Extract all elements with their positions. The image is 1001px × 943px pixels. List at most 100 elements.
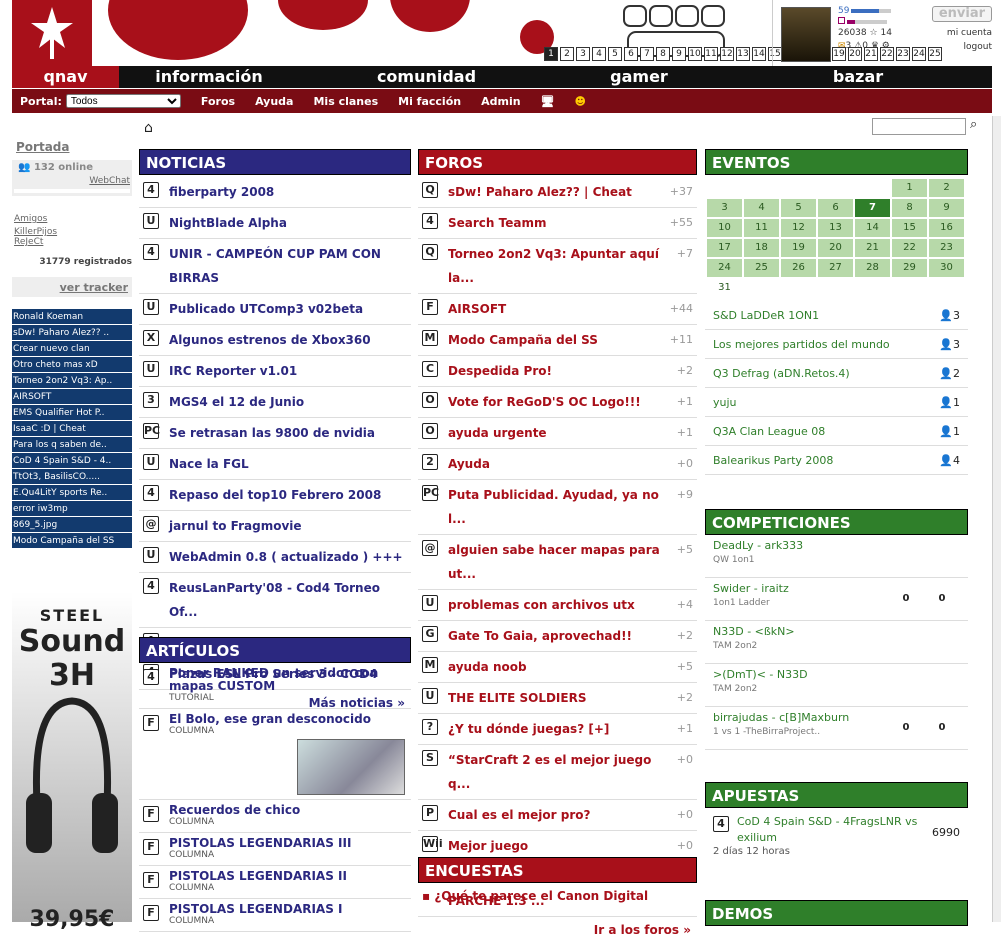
calendar-day[interactable]: 21 [855,239,890,257]
article-title[interactable]: PISTOLAS LEGENDARIAS I [169,902,343,916]
nav-bazar[interactable]: bazar [724,66,992,88]
forum-thread[interactable]: P Cual es el mejor pro? +0 [418,800,697,831]
news-item[interactable]: @ jarnul to Fragmovie [139,511,411,542]
tracker-item[interactable]: Otro cheto mas xD [12,357,132,373]
calendar-day[interactable]: 20 [818,239,853,257]
poll-question[interactable]: ▪ ¿Qué te parece el Canon Digital [418,883,697,909]
calendar-day[interactable]: 16 [929,219,964,237]
forum-thread[interactable]: C Despedida Pro! +2 [418,356,697,387]
competition-item[interactable]: N33D - <ßkN> TAM 2on2 [705,621,968,664]
friend-item[interactable]: ReJeCt [14,237,132,247]
event-item[interactable]: Q3A Clan League 08 👤1 [705,417,968,446]
tracker-item[interactable]: sDw! Paharo Alez?? .. [12,325,132,341]
event-item[interactable]: S&D LaDDeR 1ON1 👤3 [705,301,968,330]
page-button[interactable]: 12 [720,47,734,61]
forum-thread[interactable]: F AIRSOFT +44 [418,294,697,325]
forum-thread[interactable]: G Gate To Gaia, aprovechad!! +2 [418,621,697,652]
page-button[interactable]: 3 [576,47,590,61]
event-title[interactable]: Balearikus Party 2008 [713,446,833,474]
event-title[interactable]: Q3 Defrag (aDN.Retos.4) [713,359,850,387]
news-item[interactable]: X Algunos estrenos de Xbox360 [139,325,411,356]
news-item[interactable]: PC Se retrasan las 9800 de nvidia [139,418,411,449]
calendar-day[interactable]: 13 [818,219,853,237]
home-icon[interactable]: ⌂ [144,120,153,136]
bet-item[interactable]: 4 CoD 4 Spain S&D - 4FragsLNR vs exilium … [705,808,968,863]
page-button[interactable]: 6 [624,47,638,61]
calendar-day[interactable]: 23 [929,239,964,257]
page-button[interactable]: 2 [560,47,574,61]
article-title[interactable]: PISTOLAS LEGENDARIAS II [169,869,347,883]
site-logo[interactable] [12,0,92,66]
calendar-day[interactable]: 6 [818,199,853,217]
more-forums-link[interactable]: Ir a los foros » [418,917,697,943]
competition-item[interactable]: DeadLy - ark333 QW 1on1 [705,535,968,578]
subnav-ayuda[interactable]: Ayuda [255,95,293,108]
thread-title[interactable]: Despedida Pro! [448,359,663,383]
bet-match[interactable]: CoD 4 Spain S&D - 4FragsLNR vs exilium [737,814,920,846]
calendar-day[interactable]: 9 [929,199,964,217]
calendar-day[interactable]: 24 [707,259,742,277]
thread-title[interactable]: THE ELITE SOLDIERS [448,686,663,710]
forum-thread[interactable]: @ alguien sabe hacer mapas para ut... +5 [418,535,697,590]
calendar-day[interactable]: 11 [744,219,779,237]
news-item[interactable]: 4 Repaso del top10 Febrero 2008 [139,480,411,511]
tracker-item[interactable]: E.Qu4LitY sports Re.. [12,485,132,501]
nav-informacion[interactable]: información [119,66,299,88]
event-title[interactable]: S&D LaDDeR 1ON1 [713,301,819,329]
subnav-admin[interactable]: Admin [481,95,520,108]
calendar-day[interactable]: 15 [892,219,927,237]
calendar-day[interactable]: 27 [818,259,853,277]
ver-tracker-link[interactable]: ver tracker [60,281,128,294]
nav-gamer[interactable]: gamer [554,66,724,88]
calendar-day[interactable]: 18 [744,239,779,257]
webchat-link[interactable]: WebChat [89,176,130,186]
thread-title[interactable]: Gate To Gaia, aprovechad!! [448,624,663,648]
scrollbar[interactable] [992,116,1001,922]
news-item[interactable]: U WebAdmin 0.8 ( actualizado ) +++ [139,542,411,573]
thread-title[interactable]: Mejor juego [448,834,663,858]
thread-title[interactable]: Cual es el mejor pro? [448,803,663,827]
tracker-item[interactable]: 869_5.jpg [12,517,132,533]
news-title[interactable]: MGS4 el 12 de Junio [169,390,407,414]
calendar-day[interactable]: 10 [707,219,742,237]
subnav-foros[interactable]: Foros [201,95,235,108]
calendar-day[interactable]: 12 [781,219,816,237]
article-title[interactable]: PISTOLAS LEGENDARIAS III [169,836,351,850]
calendar-day[interactable]: 28 [855,259,890,277]
news-title[interactable]: NightBlade Alpha [169,211,407,235]
tracker-item[interactable]: CoD 4 Spain S&D - 4.. [12,453,132,469]
calendar-day[interactable]: 14 [855,219,890,237]
article-title[interactable]: Poner RANKED un servidor con mapas CUSTO… [169,666,378,693]
portal-select[interactable]: Todos [65,94,181,108]
forum-thread[interactable]: QsDw! Paharo Alez?? | Cheat +37 [418,177,697,208]
page-button[interactable]: 5 [608,47,622,61]
forum-thread[interactable]: Q Torneo 2on2 Vq3: Apuntar aquí la... +7 [418,239,697,294]
news-item[interactable]: 3 MGS4 el 12 de Junio [139,387,411,418]
calendar-day[interactable]: 19 [781,239,816,257]
friend-item[interactable]: KillerPijos [14,227,132,237]
tracker-item[interactable]: error iw3mp [12,501,132,517]
news-item[interactable]: U Publicado UTComp3 v02beta [139,294,411,325]
thread-title[interactable]: ayuda noob [448,655,663,679]
friends-link[interactable]: Amigos [14,214,132,224]
competition-item[interactable]: >(DmT)< - N33D TAM 2on2 [705,664,968,707]
gear-icon[interactable]: ⚙ [882,41,890,51]
subnav-mi-faccion[interactable]: Mi facción [398,95,461,108]
news-title[interactable]: fiberparty 2008 [169,180,407,204]
news-title[interactable]: jarnul to Fragmovie [169,514,407,538]
thread-title[interactable]: AIRSOFT [448,297,663,321]
calendar-day[interactable]: 17 [707,239,742,257]
competition-match[interactable]: Swider - iraitz [713,582,789,595]
article-thumbnail[interactable] [297,739,405,795]
news-title[interactable]: Nace la FGL [169,452,407,476]
competition-match[interactable]: birrajudas - c[B]Maxburn [713,711,849,724]
calendar-day[interactable]: 4 [744,199,779,217]
logout-link[interactable]: logout [912,40,992,54]
forum-thread[interactable]: U THE ELITE SOLDIERS +2 [418,683,697,714]
thread-title[interactable]: ¿Y tu dónde juegas? [+] [448,717,663,741]
event-item[interactable]: Balearikus Party 2008 👤4 [705,446,968,475]
forum-thread[interactable]: 4 Search Teamm +55 [418,208,697,239]
page-button[interactable]: 8 [656,47,670,61]
event-item[interactable]: Los mejores partidos del mundo 👤3 [705,330,968,359]
news-title[interactable]: Algunos estrenos de Xbox360 [169,328,407,352]
